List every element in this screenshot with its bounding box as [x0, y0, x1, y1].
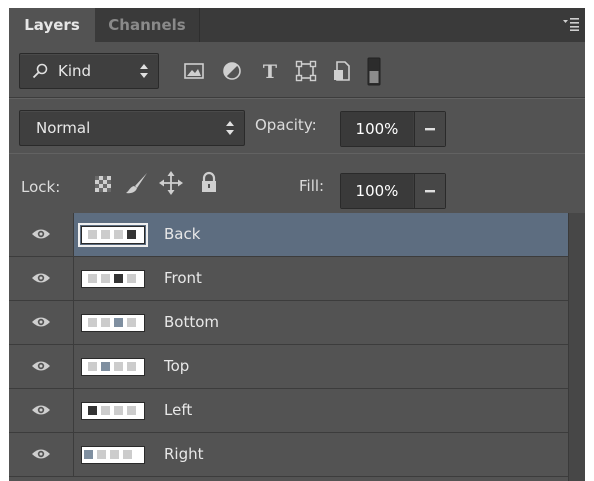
layer-thumbnail [81, 358, 145, 376]
panel-menu-icon[interactable] [563, 17, 579, 31]
filter-kind-label: Kind [58, 62, 92, 80]
panel-tab-bar: Layers Channels [9, 8, 585, 42]
fill-value[interactable]: 100% [341, 174, 413, 208]
layer-name: Bottom [164, 313, 220, 331]
lock-row: Lock: Fill: 100% [9, 153, 585, 213]
eye-icon [32, 361, 50, 371]
visibility-toggle[interactable] [9, 345, 74, 388]
layer-name: Front [164, 269, 202, 287]
shape-filter-icon[interactable] [293, 56, 319, 86]
opacity-label: Opacity: [255, 116, 317, 134]
visibility-toggle[interactable] [9, 213, 74, 256]
layer-thumbnail [78, 223, 148, 247]
lock-position-icon[interactable] [157, 168, 185, 198]
lock-image-pixels-icon[interactable] [123, 168, 151, 198]
opacity-value[interactable]: 100% [341, 112, 413, 146]
type-filter-icon[interactable]: T [257, 56, 283, 86]
eye-icon [32, 317, 50, 327]
visibility-toggle[interactable] [9, 257, 74, 300]
blend-mode-select[interactable]: Normal [19, 110, 245, 146]
layer-row[interactable]: Top [9, 345, 569, 389]
lock-label: Lock: [21, 178, 61, 196]
eye-icon [32, 229, 50, 239]
opacity-dropdown-button[interactable] [414, 112, 445, 146]
layer-name: Left [164, 401, 193, 419]
fill-label: Fill: [299, 177, 325, 195]
layer-thumbnail [81, 270, 145, 288]
layer-row[interactable]: Bottom [9, 301, 569, 345]
layer-name: Top [164, 357, 190, 375]
svg-text:T: T [263, 61, 277, 83]
tab-layers[interactable]: Layers [9, 8, 95, 42]
blend-mode-label: Normal [36, 119, 91, 137]
updown-arrows-icon [140, 64, 148, 78]
updown-arrows-icon [226, 121, 234, 135]
visibility-toggle[interactable] [9, 389, 74, 432]
scrollbar[interactable] [568, 213, 585, 481]
layer-thumbnail [81, 402, 145, 420]
blend-row: Normal Opacity: 100% [9, 98, 585, 154]
pixel-filter-icon[interactable] [181, 56, 207, 86]
visibility-toggle[interactable] [9, 433, 74, 476]
chevron-down-icon [425, 190, 435, 193]
opacity-field[interactable]: 100% [340, 111, 446, 147]
layer-row[interactable]: Back [9, 213, 569, 257]
fill-field[interactable]: 100% [340, 173, 446, 209]
filter-row: Kind T [9, 42, 585, 98]
eye-icon [32, 405, 50, 415]
layer-name: Back [164, 225, 201, 243]
filter-kind-select[interactable]: Kind [19, 53, 159, 89]
chevron-down-icon [425, 128, 435, 131]
layer-thumbnail [81, 314, 145, 332]
layer-list: Back Front Bottom Top Left Right [9, 213, 585, 481]
layer-thumbnail [81, 446, 145, 464]
adjustment-filter-icon[interactable] [219, 56, 245, 86]
layer-row[interactable]: Left [9, 389, 569, 433]
search-icon [32, 63, 48, 79]
filter-toggle-icon[interactable] [365, 56, 383, 86]
eye-icon [32, 449, 50, 459]
lock-transparent-pixels-icon[interactable] [89, 168, 117, 198]
tab-channels[interactable]: Channels [95, 8, 200, 42]
layers-panel: Layers Channels Kind T Normal Opacity: 1… [9, 8, 585, 481]
smart-object-filter-icon[interactable] [329, 56, 355, 86]
lock-all-icon[interactable] [195, 168, 223, 198]
visibility-toggle[interactable] [9, 301, 74, 344]
fill-dropdown-button[interactable] [414, 174, 445, 208]
layer-row[interactable]: Right [9, 433, 569, 477]
layer-name: Right [164, 445, 204, 463]
layer-row[interactable]: Front [9, 257, 569, 301]
eye-icon [32, 273, 50, 283]
